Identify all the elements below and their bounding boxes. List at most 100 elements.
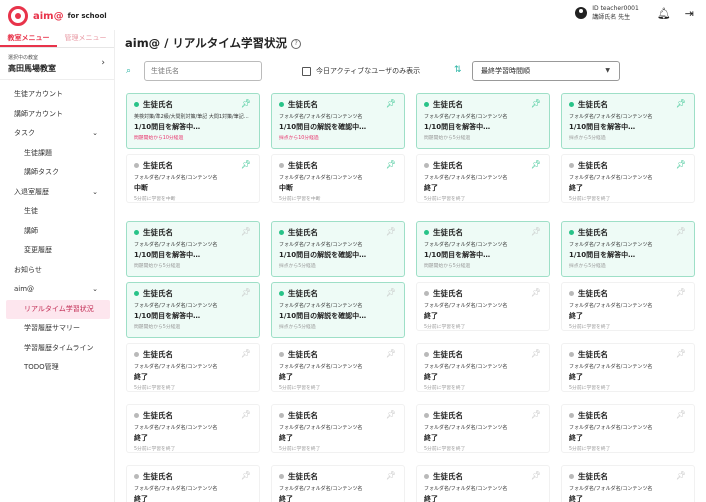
pin-icon[interactable]: 📌︎ [531, 410, 541, 419]
tab-admin-menu[interactable]: 管理メニュー [57, 30, 114, 47]
card-header: 生徒氏名 [569, 160, 687, 170]
student-card[interactable]: 生徒氏名 📌︎ フォルダ名/フォルダ名/コンテンツ名 1/10問目を解答中… 採点から5… [561, 221, 695, 277]
sidebar-item[interactable]: 生徒アカウント [0, 85, 114, 105]
sidebar-item[interactable]: 学習履歴タイムライン [0, 339, 114, 359]
student-card[interactable]: 生徒氏名📌︎フォルダ名/フォルダ名/コンテンツ名終了5分前に学習を終了 [416, 465, 550, 502]
sidebar-item[interactable]: 講師タスク [0, 163, 114, 183]
app-logo[interactable]: aim@ for school [8, 6, 107, 26]
sidebar-item[interactable]: 講師 [0, 222, 114, 242]
elapsed-time: 5分前に学習を終了 [569, 325, 611, 330]
pin-icon[interactable]: 📌︎ [241, 227, 251, 236]
active-today-checkbox[interactable] [302, 67, 311, 76]
pin-icon[interactable]: 📌︎ [676, 410, 686, 419]
pin-icon[interactable]: 📌︎ [386, 349, 396, 358]
sort-select[interactable]: 最終学習時間順 ▼ [472, 61, 620, 81]
student-card[interactable]: 生徒氏名📌︎フォルダ名/フォルダ名/コンテンツ名終了5分前に学習を終了 [416, 343, 550, 392]
student-card[interactable]: 生徒氏名 📌︎ フォルダ名/フォルダ名/コンテンツ名 1/10問目の解説を確認中… 採点… [271, 282, 405, 338]
student-card[interactable]: 生徒氏名📌︎フォルダ名/フォルダ名/コンテンツ名終了5分前に学習を終了 [416, 404, 550, 453]
sidebar-item[interactable]: 生徒 [0, 202, 114, 222]
help-icon[interactable]: ? [291, 38, 302, 49]
student-card[interactable]: 生徒氏名 📌︎ フォルダ名/フォルダ名/コンテンツ名 中断 5分前に学習を中断 [271, 154, 405, 203]
pin-icon[interactable]: 📌︎ [676, 471, 686, 480]
sidebar-item[interactable]: 学習履歴サマリー [0, 319, 114, 339]
pin-icon[interactable]: 📌︎ [531, 99, 541, 108]
student-card[interactable]: 生徒氏名📌︎フォルダ名/フォルダ名/コンテンツ名終了5分前に学習を終了 [126, 404, 260, 453]
sidebar-item[interactable]: タスク ⌄ [0, 124, 114, 144]
study-status: 1/10問目を解答中… [134, 251, 201, 259]
student-card[interactable]: 生徒氏名 📌︎ フォルダ名/フォルダ名/コンテンツ名 1/10問目を解答中… 問題開始か… [416, 221, 550, 277]
sidebar-item-label: 入退室履歴 [14, 187, 49, 196]
elapsed-time: 5分前に学習を終了 [569, 447, 611, 452]
student-card[interactable]: 生徒氏名 📌︎ フォルダ名/フォルダ名/コンテンツ名 1/10問目を解答中… 問題開始か… [416, 93, 550, 149]
student-card[interactable]: 生徒氏名 📌︎ フォルダ名/フォルダ名/コンテンツ名 1/10問目を解答中… 問題開始か… [126, 221, 260, 277]
user-icon[interactable] [575, 7, 588, 19]
tab-classroom-menu[interactable]: 教室メニュー [0, 30, 57, 47]
elapsed-time: 5分前に学習を終了 [569, 197, 611, 202]
school-selector[interactable]: 選択中の教室 高田馬場教室 › [0, 48, 114, 80]
study-status: 終了 [424, 312, 438, 320]
sidebar-item[interactable]: TODO管理 [0, 358, 114, 378]
pin-icon[interactable]: 📌︎ [241, 288, 251, 297]
pin-icon[interactable]: 📌︎ [241, 471, 251, 480]
student-card[interactable]: 生徒氏名📌︎フォルダ名/フォルダ名/コンテンツ名終了5分前に学習を終了 [271, 343, 405, 392]
study-status: 1/10問目を解答中… [569, 123, 636, 131]
pin-icon[interactable]: 📌︎ [676, 160, 686, 169]
pin-icon[interactable]: 📌︎ [386, 227, 396, 236]
student-card[interactable]: 生徒氏名📌︎フォルダ名/フォルダ名/コンテンツ名終了5分前に学習を終了 [126, 465, 260, 502]
student-card[interactable]: 生徒氏名 📌︎ フォルダ名/フォルダ名/コンテンツ名 1/10問目を解答中… 問題開始か… [126, 282, 260, 338]
student-card[interactable]: 生徒氏名📌︎フォルダ名/フォルダ名/コンテンツ名終了5分前に学習を終了 [561, 343, 695, 392]
student-card[interactable]: 生徒氏名📌︎フォルダ名/フォルダ名/コンテンツ名終了5分前に学習を終了 [271, 404, 405, 453]
pin-icon[interactable]: 📌︎ [386, 99, 396, 108]
pin-icon[interactable]: 📌︎ [676, 288, 686, 297]
user-info[interactable]: ID teacher0001 講師氏名 先生 [592, 4, 639, 22]
sidebar-item[interactable]: 講師アカウント [0, 105, 114, 125]
sidebar-item[interactable]: 入退室履歴 ⌄ [0, 183, 114, 203]
pin-icon[interactable]: 📌︎ [531, 288, 541, 297]
content-path: フォルダ名/フォルダ名/コンテンツ名 [424, 303, 508, 309]
student-card[interactable]: 生徒氏名📌︎フォルダ名/フォルダ名/コンテンツ名終了5分前に学習を終了 [561, 154, 695, 203]
sidebar-item[interactable]: aim@ ⌄ [0, 280, 114, 300]
pin-icon[interactable]: 📌︎ [531, 160, 541, 169]
pin-icon[interactable]: 📌︎ [531, 471, 541, 480]
pin-icon[interactable]: 📌︎ [676, 349, 686, 358]
pin-icon[interactable]: 📌︎ [676, 227, 686, 236]
student-card[interactable]: 生徒氏名📌︎フォルダ名/フォルダ名/コンテンツ名終了5分前に学習を終了 [416, 154, 550, 203]
student-card[interactable]: 生徒氏名📌︎フォルダ名/フォルダ名/コンテンツ名終了5分前に学習を終了 [126, 343, 260, 392]
student-card[interactable]: 生徒氏名 📌︎ 英検対策/準2級/大問別対策/筆記 大問1対策/筆記… 1/10問目を… [126, 93, 260, 149]
student-card[interactable]: 生徒氏名📌︎フォルダ名/フォルダ名/コンテンツ名終了5分前に学習を終了 [561, 404, 695, 453]
pin-icon[interactable]: 📌︎ [241, 99, 251, 108]
pin-icon[interactable]: 📌︎ [531, 349, 541, 358]
sidebar-nav: 生徒アカウント 講師アカウント タスク ⌄ 生徒課題 講師タスク 入退室履歴 ⌄ 生徒 講師 変更履… [0, 85, 114, 378]
student-name: 生徒氏名 [433, 288, 463, 298]
search-input[interactable] [144, 61, 262, 81]
student-card[interactable]: 生徒氏名📌︎フォルダ名/フォルダ名/コンテンツ名終了5分前に学習を終了 [416, 282, 550, 331]
pin-icon[interactable]: 📌︎ [386, 288, 396, 297]
student-card[interactable]: 生徒氏名📌︎フォルダ名/フォルダ名/コンテンツ名終了5分前に学習を終了 [561, 282, 695, 331]
active-today-label[interactable]: 今日アクティブなユーザのみ表示 [316, 66, 420, 76]
student-card[interactable]: 生徒氏名 📌︎ フォルダ名/フォルダ名/コンテンツ名 1/10問目を解答中… 採点から5… [561, 93, 695, 149]
sidebar-item[interactable]: 変更履歴 [0, 241, 114, 261]
pin-icon[interactable]: 📌︎ [386, 160, 396, 169]
bell-icon[interactable]: 🔔︎ [657, 7, 671, 20]
status-dot-icon [134, 412, 139, 418]
sidebar-item[interactable]: お知らせ [0, 261, 114, 281]
pin-icon[interactable]: 📌︎ [386, 471, 396, 480]
student-card[interactable]: 生徒氏名 📌︎ フォルダ名/フォルダ名/コンテンツ名 1/10問目の解説を確認中… 採点… [271, 221, 405, 277]
logout-icon[interactable]: ⇥ [685, 7, 694, 20]
sidebar-item[interactable]: リアルタイム学習状況 [6, 299, 110, 319]
pin-icon[interactable]: 📌︎ [241, 349, 251, 358]
pin-icon[interactable]: 📌︎ [531, 227, 541, 236]
student-card[interactable]: 生徒氏名📌︎フォルダ名/フォルダ名/コンテンツ名終了5分前に学習を終了 [561, 465, 695, 502]
chevron-down-icon: ⌄ [92, 285, 98, 293]
content-path: フォルダ名/フォルダ名/コンテンツ名 [569, 364, 653, 370]
pin-icon[interactable]: 📌︎ [241, 160, 251, 169]
pin-icon[interactable]: 📌︎ [676, 99, 686, 108]
sidebar-item[interactable]: 生徒課題 [0, 144, 114, 164]
study-status: 終了 [134, 495, 148, 502]
pin-icon[interactable]: 📌︎ [386, 410, 396, 419]
pin-icon[interactable]: 📌︎ [241, 410, 251, 419]
student-card[interactable]: 生徒氏名 📌︎ フォルダ名/フォルダ名/コンテンツ名 1/10問目の解説を確認中… 採点… [271, 93, 405, 149]
user-id: ID teacher0001 [592, 5, 639, 12]
student-card[interactable]: 生徒氏名📌︎フォルダ名/フォルダ名/コンテンツ名終了5分前に学習を終了 [271, 465, 405, 502]
student-card[interactable]: 生徒氏名 📌︎ フォルダ名/フォルダ名/コンテンツ名 中断 5分前に学習を中断 [126, 154, 260, 203]
